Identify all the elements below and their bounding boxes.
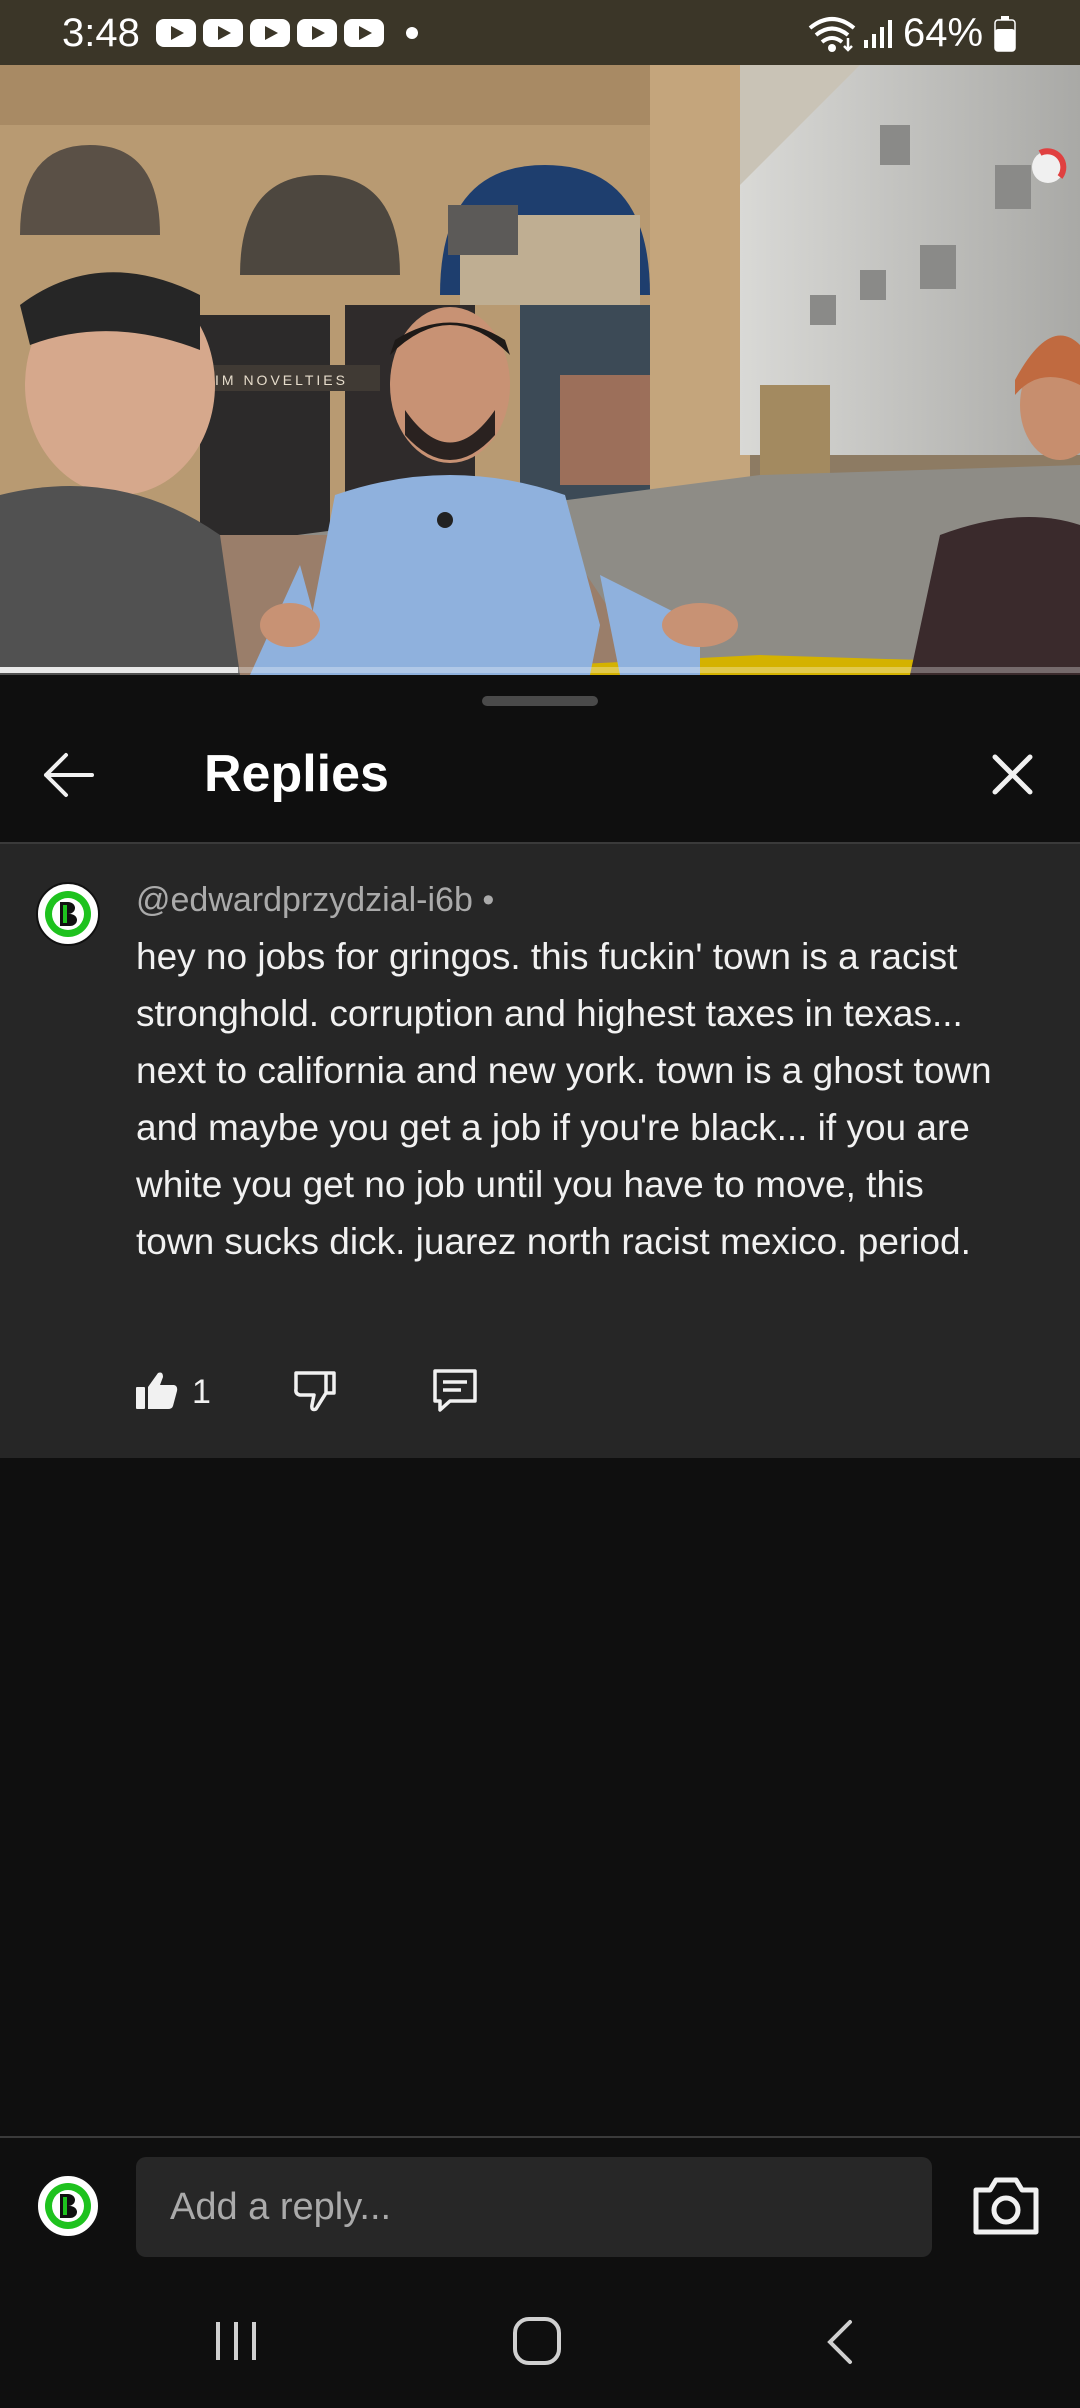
back-button[interactable] [30, 740, 110, 810]
system-back-button[interactable] [822, 2316, 858, 2368]
signal-icon [864, 20, 892, 48]
close-button[interactable] [975, 740, 1050, 810]
video-progress-fill [0, 667, 238, 673]
notification-dot [406, 27, 418, 39]
camera-button[interactable] [970, 2174, 1042, 2238]
dislike-button[interactable] [290, 1365, 340, 1415]
status-time: 3:48 [62, 11, 140, 55]
wifi-icon [808, 17, 856, 52]
youtube-notification-icon [203, 19, 243, 47]
storefront-sign: IM NOVELTIES [215, 372, 348, 388]
comment-author[interactable]: @edwardprzydzial-i6b • [136, 880, 494, 920]
home-icon [513, 2317, 561, 2365]
reply-input[interactable] [136, 2157, 932, 2257]
video-player[interactable]: IM NOVELTIES [0, 65, 1080, 675]
user-avatar[interactable] [36, 2174, 100, 2238]
sheet-drag-handle[interactable] [482, 696, 598, 706]
youtube-notification-icon [250, 19, 290, 47]
battery-icon [994, 16, 1016, 52]
recent-apps-button[interactable] [212, 2318, 262, 2364]
thumbs-up-icon [136, 1372, 178, 1409]
comment-text: hey no jobs for gringos. this fuckin' to… [136, 936, 992, 1262]
recents-icon [216, 2322, 256, 2360]
youtube-notification-icon [344, 19, 384, 47]
arrow-left-icon [44, 753, 94, 797]
input-divider [0, 2136, 1080, 2138]
status-bar: 3:48 64% [0, 0, 1080, 65]
battery-percent: 64% [903, 11, 984, 55]
like-count: 1 [192, 1373, 211, 1411]
avatar-logo-icon [45, 2183, 91, 2229]
close-icon [992, 754, 1033, 795]
comment-icon [433, 1369, 477, 1412]
avatar-logo-icon [45, 891, 91, 937]
thumbs-down-icon [294, 1371, 336, 1412]
camera-icon [973, 2177, 1039, 2235]
video-frame: IM NOVELTIES [0, 65, 1080, 675]
youtube-notification-icon [156, 19, 196, 47]
reply-button[interactable] [430, 1365, 480, 1415]
chevron-left-icon [827, 2320, 852, 2364]
home-button[interactable] [510, 2314, 566, 2370]
avatar[interactable] [36, 882, 100, 946]
like-button[interactable] [132, 1365, 182, 1415]
youtube-notification-icon [297, 19, 337, 47]
page-title: Replies [204, 745, 389, 803]
